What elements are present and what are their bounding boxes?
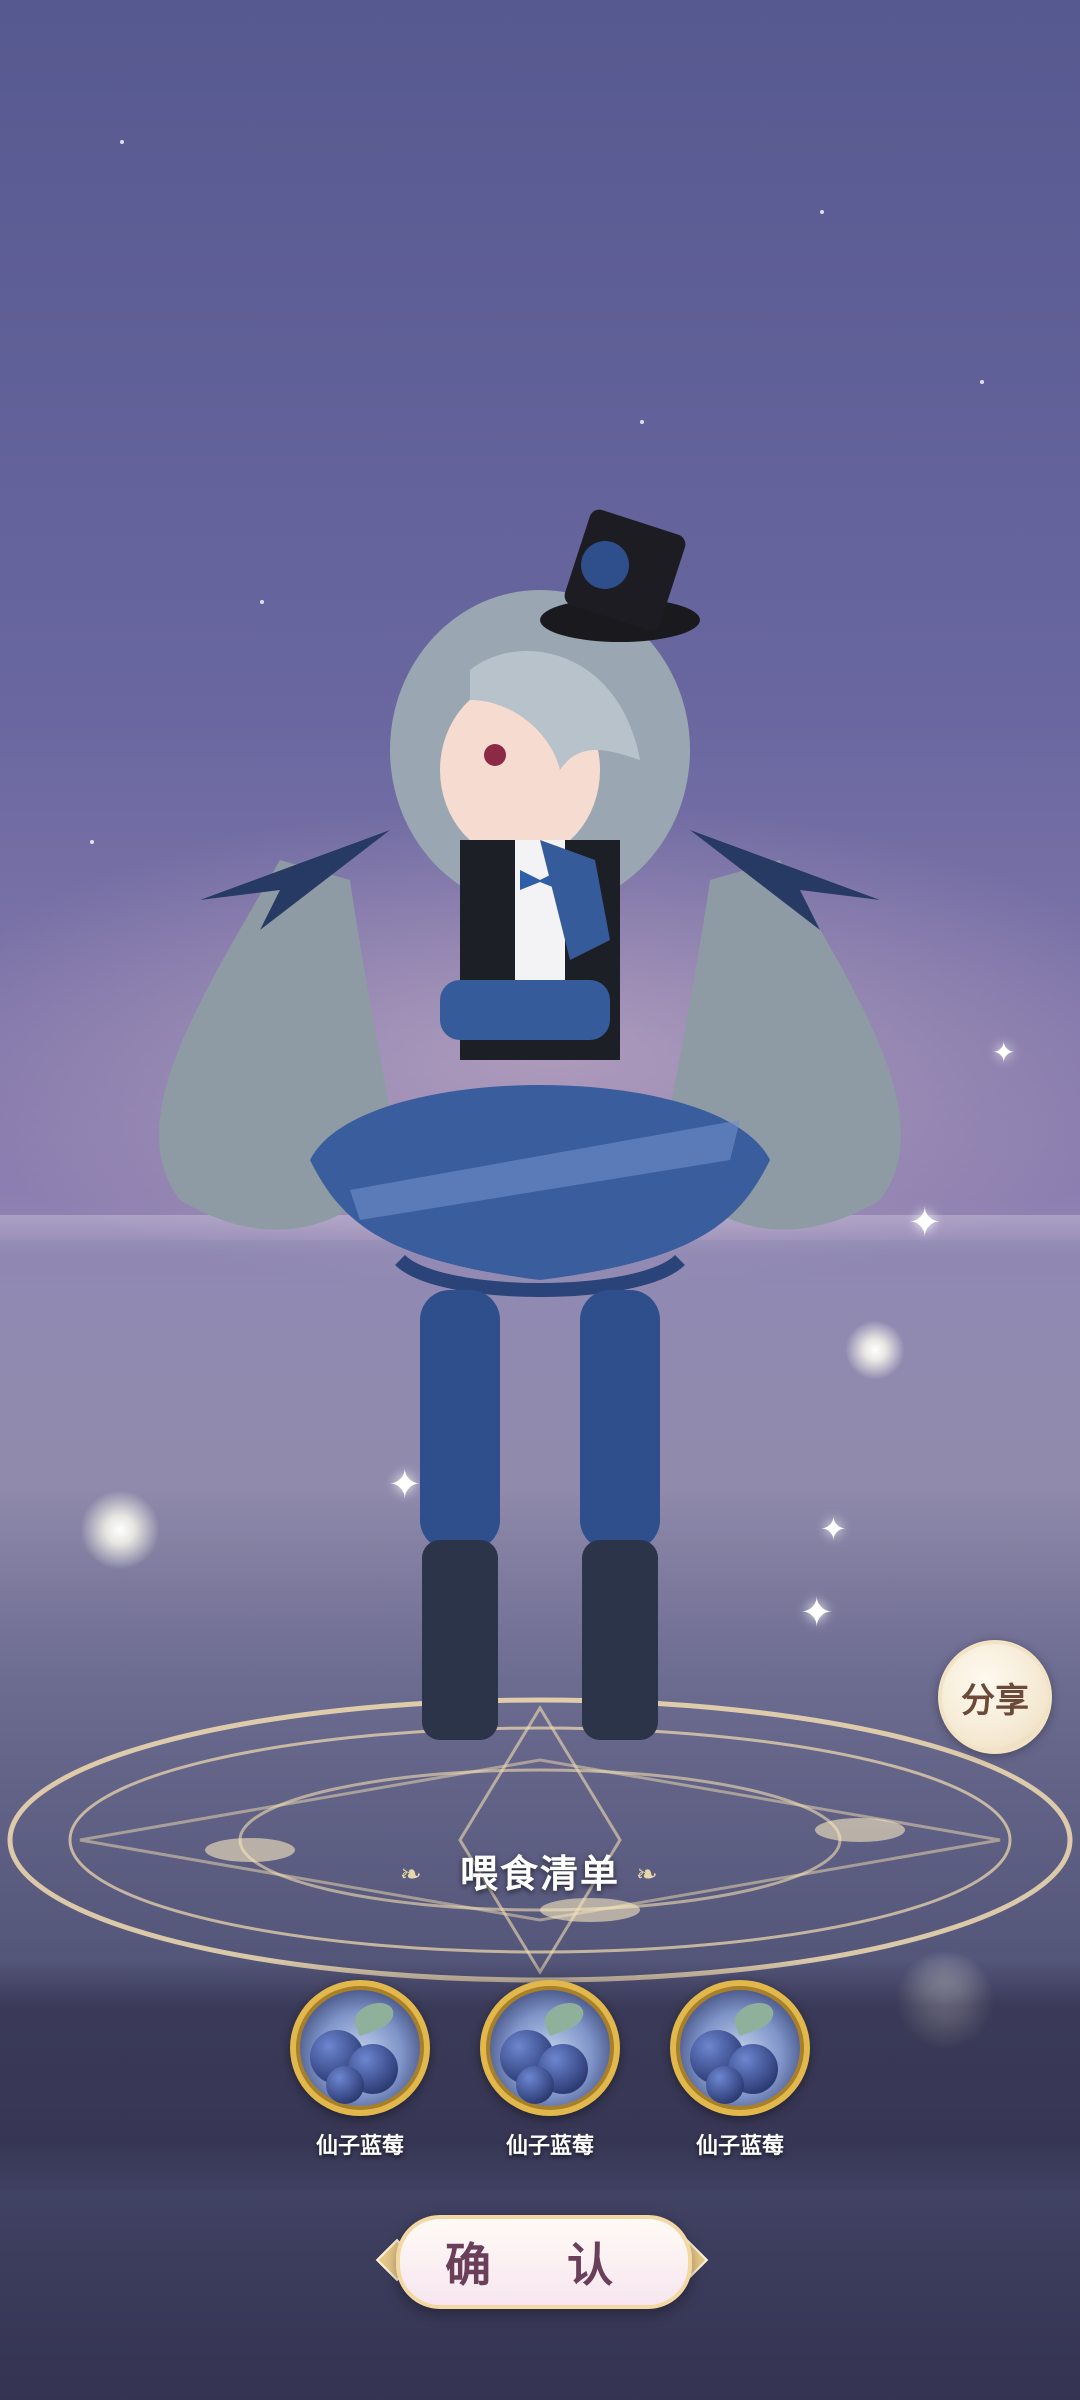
- star: [90, 840, 94, 844]
- feed-item-name: 仙子蓝莓: [695, 2134, 784, 2159]
- star: [980, 380, 984, 384]
- sparkle-icon: ✦: [992, 1036, 1016, 1069]
- feed-item[interactable]: 仙子蓝莓: [670, 1980, 810, 2160]
- feed-list-header: ❧ 喂食清单 ❧: [360, 1840, 720, 1900]
- feed-item-name: 仙子蓝莓: [505, 2134, 594, 2159]
- feed-item[interactable]: 仙子蓝莓: [290, 1980, 430, 2160]
- food-berry-icon: [670, 1980, 810, 2116]
- feed-item[interactable]: 仙子蓝莓: [480, 1980, 620, 2160]
- star: [640, 420, 644, 424]
- star: [820, 210, 824, 214]
- food-berry-icon: [480, 1980, 620, 2116]
- feed-list-title: 喂食清单: [459, 1851, 620, 1896]
- leaf-ornament-icon: ❧: [399, 1860, 422, 1890]
- character-model[interactable]: [140, 500, 940, 1850]
- share-button-label: 分享: [961, 1680, 1029, 1721]
- confirm-button[interactable]: 确 认: [396, 2215, 692, 2309]
- share-button[interactable]: 分享: [938, 1640, 1052, 1754]
- feed-items: 仙子蓝莓 仙子蓝莓 仙子蓝莓: [290, 1980, 810, 2160]
- feed-item-name: 仙子蓝莓: [315, 2134, 404, 2159]
- star: [120, 140, 124, 144]
- food-berry-icon: [290, 1980, 430, 2116]
- confirm-button-label: 确 认: [444, 2238, 643, 2292]
- leaf-ornament-icon: ❧: [636, 1860, 658, 1890]
